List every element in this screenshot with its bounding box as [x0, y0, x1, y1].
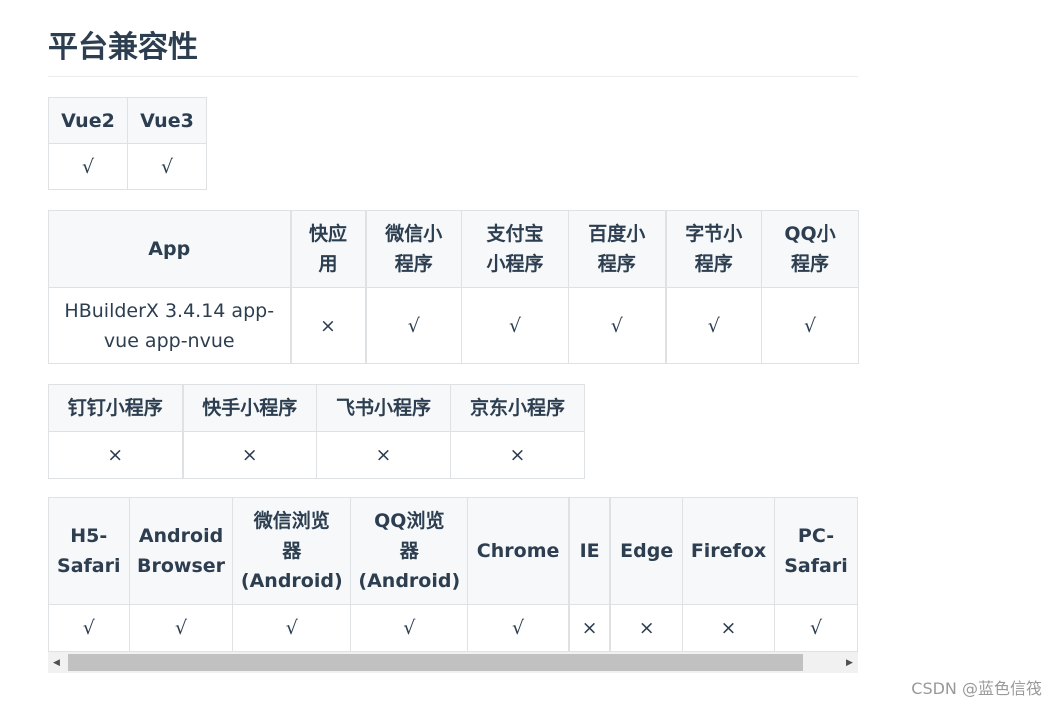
cell-edge: × — [609, 604, 683, 652]
header-dingtalk-mp: 钉钉小程序 — [48, 384, 183, 432]
cell-android-browser: √ — [128, 604, 234, 652]
scroll-right-arrow-icon[interactable]: ▶ — [841, 652, 858, 673]
header-line: Edge — [620, 540, 674, 562]
cell-dingtalk-mp: × — [48, 431, 183, 479]
header-qq-browser: QQ浏览 器 (Android) — [350, 497, 469, 605]
header-weixin-mp: 微信小 程序 — [364, 210, 462, 288]
cell-baidu-mp: √ — [568, 287, 666, 364]
table-row: HBuilderX 3.4.14 app- vue app-nvue × √ √… — [48, 287, 859, 364]
header-firefox: Firefox — [681, 497, 775, 605]
table-header-row: 钉钉小程序 快手小程序 飞书小程序 京东小程序 — [48, 384, 585, 432]
header-line: 程序 — [597, 253, 636, 275]
header-line: Firefox — [690, 540, 767, 562]
header-line: 支付宝 — [486, 223, 544, 245]
scrollbar-thumb[interactable] — [68, 654, 803, 671]
page-title: 平台兼容性 — [48, 28, 858, 77]
header-kuaishou-mp: 快手小程序 — [181, 384, 317, 432]
header-edge: Edge — [609, 497, 683, 605]
header-line: 器 — [282, 540, 302, 562]
header-line: 小程序 — [486, 253, 544, 275]
cell-firefox: × — [681, 604, 775, 652]
header-line: (Android) — [358, 570, 461, 592]
header-line: Safari — [57, 555, 121, 577]
header-alipay-mp: 支付宝 小程序 — [461, 210, 569, 288]
cell-line: vue app-nvue — [103, 329, 235, 352]
header-line: (Android) — [240, 570, 343, 592]
header-line: QQ小 — [784, 223, 836, 245]
table-header-row: App 快应 用 微信小 程序 支付宝 小程序 百度小 程序 字节小 程序 QQ… — [48, 210, 859, 288]
header-line: Chrome — [476, 540, 560, 562]
header-android-browser: Android Browser — [128, 497, 234, 605]
browser-table-scroll-container[interactable]: H5- Safari Android Browser 微信浏览 器 (Andro… — [48, 497, 858, 673]
cell-ie: × — [567, 604, 611, 652]
scroll-left-arrow-icon[interactable]: ◀ — [48, 652, 65, 673]
cell-pc-safari: √ — [773, 604, 858, 652]
header-app: App — [48, 210, 291, 288]
table-row: × × × × — [48, 431, 585, 479]
table-header-row: Vue2 Vue3 — [48, 97, 207, 144]
cell-alipay-mp: √ — [461, 287, 569, 364]
header-baidu-mp: 百度小 程序 — [568, 210, 666, 288]
header-pc-safari: PC- Safari — [773, 497, 858, 605]
header-line: H5- — [70, 525, 108, 547]
table-row: √ √ √ √ √ × × × √ — [48, 604, 858, 652]
header-h5-safari: H5- Safari — [48, 497, 130, 605]
header-line: 用 — [318, 253, 338, 275]
cell-toutiao-mp: √ — [664, 287, 762, 364]
header-line: 微信浏览 — [253, 510, 330, 532]
cell-vue2: √ — [48, 143, 128, 190]
header-line: IE — [579, 540, 600, 562]
watermark: CSDN @蓝色信筏 — [911, 679, 1042, 698]
header-line: 快应 — [308, 223, 347, 245]
header-line: 程序 — [694, 253, 733, 275]
header-line: 程序 — [394, 253, 433, 275]
header-line: 字节小 — [685, 223, 743, 245]
header-line: App — [148, 238, 191, 260]
header-feishu-mp: 飞书小程序 — [316, 384, 451, 432]
header-vue3: Vue3 — [127, 97, 207, 144]
cell-h5-safari: √ — [48, 604, 130, 652]
cell-qq-mp: √ — [761, 287, 859, 364]
cell-app: HBuilderX 3.4.14 app- vue app-nvue — [48, 287, 291, 364]
header-line: Android — [138, 525, 224, 547]
header-line: 器 — [399, 540, 419, 562]
header-qq-mp: QQ小 程序 — [761, 210, 859, 288]
miniprogram-compat-table: 钉钉小程序 快手小程序 飞书小程序 京东小程序 × × × × — [48, 384, 585, 479]
horizontal-scrollbar[interactable]: ◀ ▶ — [48, 652, 858, 673]
header-line: 程序 — [790, 253, 829, 275]
table-row: √ √ — [48, 143, 207, 190]
header-jd-mp: 京东小程序 — [450, 384, 585, 432]
header-vue2: Vue2 — [48, 97, 128, 144]
cell-kuaishou-mp: × — [181, 431, 317, 479]
browser-compat-table: H5- Safari Android Browser 微信浏览 器 (Andro… — [48, 497, 858, 652]
header-ie: IE — [567, 497, 611, 605]
cell-quickapp: × — [289, 287, 366, 364]
cell-qq-browser: √ — [350, 604, 469, 652]
header-chrome: Chrome — [467, 497, 570, 605]
header-line: Browser — [136, 555, 226, 577]
cell-feishu-mp: × — [316, 431, 451, 479]
cell-vue3: √ — [127, 143, 207, 190]
table-header-row: H5- Safari Android Browser 微信浏览 器 (Andro… — [48, 497, 858, 605]
header-line: QQ浏览 — [374, 510, 445, 532]
header-quickapp: 快应 用 — [289, 210, 366, 288]
cell-weixin-mp: √ — [364, 287, 462, 364]
header-line: Safari — [784, 555, 848, 577]
vue-compat-table: Vue2 Vue3 √ √ — [48, 97, 207, 190]
cell-line: HBuilderX 3.4.14 app- — [64, 299, 275, 322]
cell-chrome: √ — [467, 604, 570, 652]
cell-jd-mp: × — [450, 431, 585, 479]
header-line: 微信小 — [385, 223, 443, 245]
header-line: 百度小 — [588, 223, 646, 245]
app-compat-table: App 快应 用 微信小 程序 支付宝 小程序 百度小 程序 字节小 程序 QQ… — [48, 210, 859, 364]
header-line: PC- — [797, 525, 835, 547]
header-weixin-browser: 微信浏览 器 (Android) — [232, 497, 352, 605]
header-toutiao-mp: 字节小 程序 — [664, 210, 762, 288]
cell-weixin-browser: √ — [232, 604, 352, 652]
